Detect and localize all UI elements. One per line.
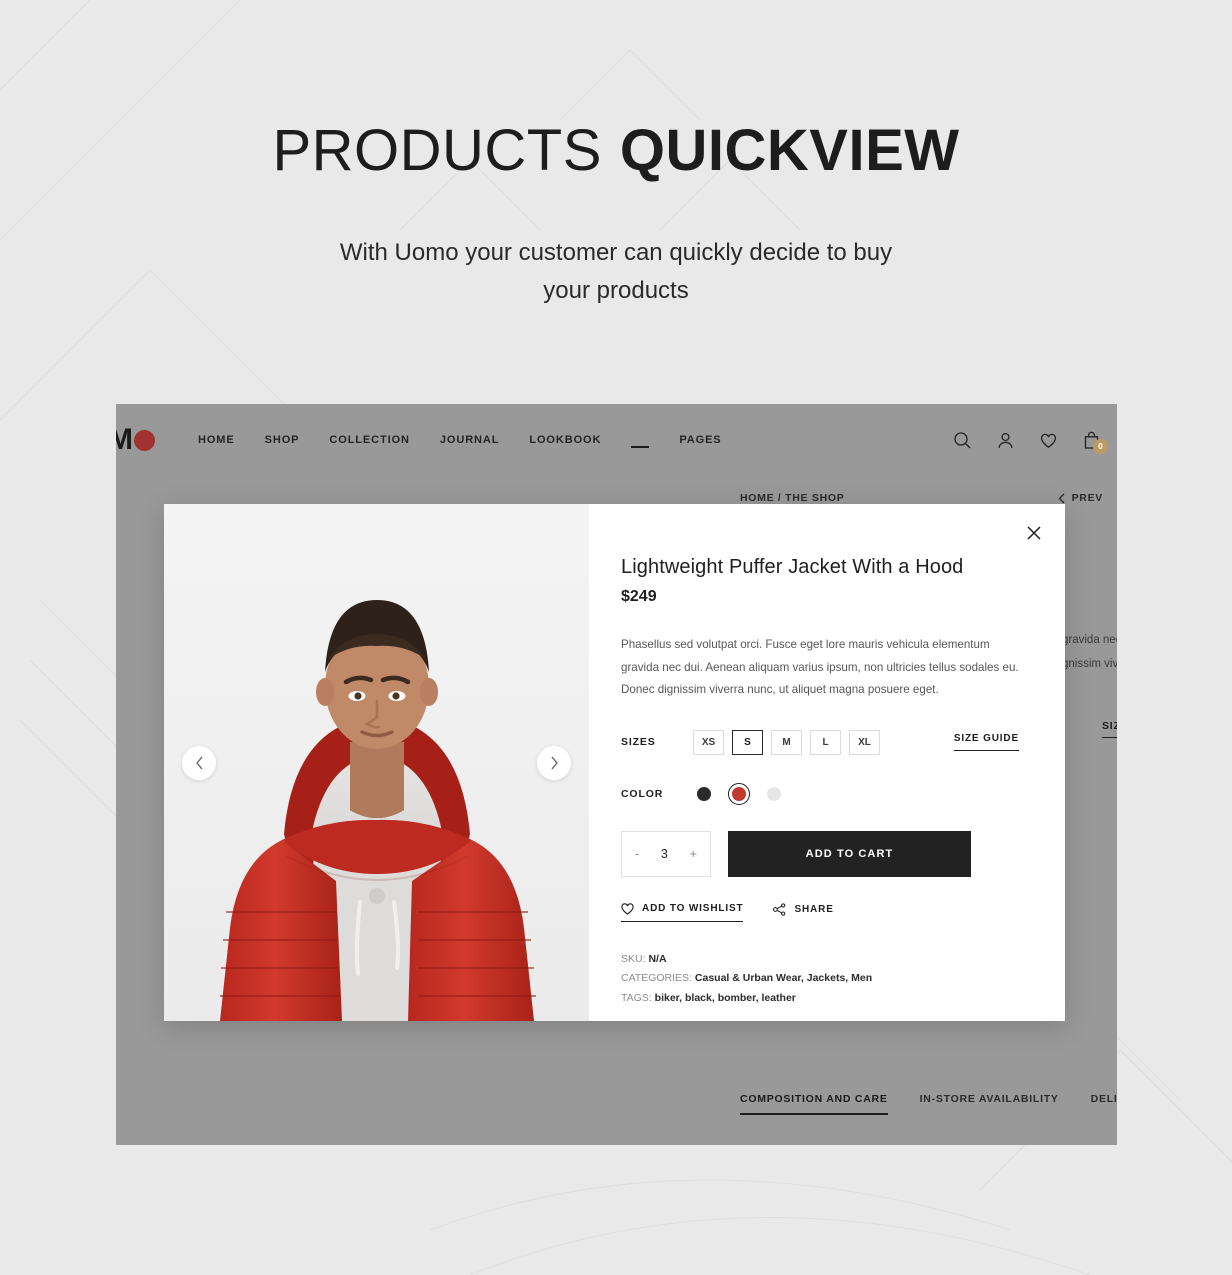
sizes-label: SIZES bbox=[621, 736, 656, 749]
color-swatch-red bbox=[732, 786, 746, 801]
product-sku: SKU: N/A bbox=[621, 950, 1019, 969]
tags-value[interactable]: biker, black, bomber, leather bbox=[655, 992, 796, 1004]
product-detail-tabs: COMPOSITION AND CARE IN-STORE AVAILABILI… bbox=[740, 1093, 1117, 1115]
product-tags: TAGS: biker, black, bomber, leather bbox=[621, 989, 1019, 1008]
gallery-next-button[interactable] bbox=[537, 745, 571, 780]
color-swatch-black bbox=[697, 786, 711, 801]
secondary-actions: ADD TO WISHLIST SHARE bbox=[621, 903, 1019, 922]
size-option-m[interactable]: M bbox=[771, 729, 802, 755]
nav-item-collection[interactable]: COLLECTION bbox=[329, 434, 410, 446]
wishlist-icon[interactable] bbox=[1039, 431, 1058, 450]
product-categories: CATEGORIES: Casual & Urban Wear, Jackets… bbox=[621, 969, 1019, 988]
product-title: Lightweight Puffer Jacket With a Hood bbox=[621, 556, 964, 578]
chevron-left-icon bbox=[1058, 493, 1065, 503]
cart-icon[interactable]: 0 bbox=[1082, 431, 1108, 454]
color-option-red[interactable] bbox=[728, 782, 750, 805]
background-description-line1: gravida nec bbox=[1062, 634, 1117, 646]
add-to-wishlist-button[interactable]: ADD TO WISHLIST bbox=[621, 903, 744, 922]
chevron-right-icon bbox=[550, 756, 558, 769]
size-option-xs[interactable]: XS bbox=[693, 729, 724, 755]
page-title-bold: QUICKVIEW bbox=[619, 118, 960, 183]
sku-value: N/A bbox=[648, 952, 667, 965]
color-option-light-grey[interactable] bbox=[763, 783, 785, 805]
product-description: Phasellus sed volutpat orci. Fusce eget … bbox=[621, 638, 1019, 697]
nav-divider bbox=[631, 446, 650, 448]
close-modal-button[interactable] bbox=[1021, 520, 1047, 546]
add-to-cart-button[interactable]: ADD TO CART bbox=[728, 830, 971, 877]
page-subtitle: With Uomo your customer can quickly deci… bbox=[0, 234, 1232, 310]
product-gallery bbox=[164, 504, 589, 1021]
site-header: M HOME SHOP COLLECTION JOURNAL LOOKBOOK … bbox=[116, 404, 1117, 476]
nav-item-pages[interactable]: PAGES bbox=[679, 434, 721, 446]
quantity-stepper[interactable]: - 3 + bbox=[621, 830, 711, 877]
color-selector-row: COLOR bbox=[621, 782, 1019, 805]
size-option-l[interactable]: L bbox=[810, 729, 841, 755]
heart-icon bbox=[621, 903, 634, 915]
color-swatch-light-grey bbox=[767, 786, 781, 801]
color-label: COLOR bbox=[621, 787, 664, 800]
page-subtitle-line2: your products bbox=[543, 276, 689, 304]
logo-dot-icon bbox=[134, 429, 155, 451]
tags-label: TAGS: bbox=[621, 991, 652, 1004]
tab-in-store-availability[interactable]: IN-STORE AVAILABILITY bbox=[920, 1093, 1059, 1115]
logo-text: M bbox=[116, 423, 133, 456]
background-size-guide-fragment[interactable]: SIZ bbox=[1102, 720, 1117, 738]
nav-item-shop[interactable]: SHOP bbox=[265, 434, 300, 446]
header-icon-group: 0 bbox=[953, 431, 1117, 454]
purchase-row: - 3 + ADD TO CART bbox=[621, 830, 1019, 877]
site-logo[interactable]: M bbox=[116, 423, 174, 457]
page-subtitle-line1: With Uomo your customer can quickly deci… bbox=[339, 239, 893, 266]
page-title-light: PRODUCTS bbox=[272, 118, 602, 183]
add-to-wishlist-label: ADD TO WISHLIST bbox=[642, 903, 744, 915]
color-options bbox=[693, 782, 785, 805]
share-icon bbox=[773, 903, 786, 916]
quickview-info-panel: Lightweight Puffer Jacket With a Hood $2… bbox=[589, 504, 1065, 1021]
gallery-prev-button[interactable] bbox=[182, 745, 216, 780]
tab-delivery-and-returns[interactable]: DELIVERY AND RETURNS bbox=[1091, 1093, 1117, 1115]
prev-product-label: PREV bbox=[1071, 492, 1103, 504]
promo-header: PRODUCTS QUICKVIEW With Uomo your custome… bbox=[0, 0, 1232, 310]
quantity-decrement-button[interactable]: - bbox=[635, 847, 639, 860]
size-option-xl[interactable]: XL bbox=[849, 729, 880, 755]
nav-item-lookbook[interactable]: LOOKBOOK bbox=[529, 434, 601, 446]
quantity-increment-button[interactable]: + bbox=[689, 847, 697, 860]
product-image bbox=[164, 504, 589, 1021]
nav-item-journal[interactable]: JOURNAL bbox=[440, 434, 499, 446]
product-meta: SKU: N/A CATEGORIES: Casual & Urban Wear… bbox=[621, 950, 1019, 1008]
size-guide-link[interactable]: SIZE GUIDE bbox=[953, 733, 1019, 752]
account-icon[interactable] bbox=[996, 431, 1015, 450]
chevron-left-icon bbox=[195, 756, 203, 769]
breadcrumb-row: HOME / THE SHOP PREV bbox=[116, 492, 1117, 504]
close-icon bbox=[1027, 526, 1041, 540]
search-icon[interactable] bbox=[953, 431, 972, 450]
size-option-s[interactable]: S bbox=[732, 729, 763, 755]
tab-composition-and-care[interactable]: COMPOSITION AND CARE bbox=[740, 1093, 888, 1115]
prev-product-link[interactable]: PREV bbox=[1058, 492, 1103, 504]
background-description-line2: gnissim viverra bbox=[1062, 658, 1117, 671]
main-navigation: HOME SHOP COLLECTION JOURNAL LOOKBOOK PA… bbox=[198, 432, 722, 448]
page-title: PRODUCTS QUICKVIEW bbox=[0, 122, 1232, 180]
browser-mockup: M HOME SHOP COLLECTION JOURNAL LOOKBOOK … bbox=[116, 404, 1117, 1145]
color-option-black[interactable] bbox=[693, 783, 715, 805]
sku-label: SKU: bbox=[621, 952, 646, 965]
nav-item-home[interactable]: HOME bbox=[198, 434, 235, 446]
share-label: SHARE bbox=[794, 903, 834, 915]
categories-label: CATEGORIES: bbox=[621, 972, 692, 985]
quantity-value: 3 bbox=[660, 846, 668, 861]
cart-count-badge: 0 bbox=[1093, 438, 1108, 454]
categories-value[interactable]: Casual & Urban Wear, Jackets, Men bbox=[695, 972, 872, 984]
breadcrumb[interactable]: HOME / THE SHOP bbox=[740, 492, 844, 504]
size-selector-row: SIZES XS S M L XL SIZE GUIDE bbox=[621, 729, 1019, 755]
share-button[interactable]: SHARE bbox=[773, 903, 833, 922]
quickview-modal: Lightweight Puffer Jacket With a Hood $2… bbox=[164, 504, 1065, 1021]
background-description-fragment: gravida nec gnissim viverra bbox=[1062, 628, 1117, 676]
size-options: XS S M L XL bbox=[693, 729, 880, 755]
product-price: $249 bbox=[621, 588, 657, 605]
